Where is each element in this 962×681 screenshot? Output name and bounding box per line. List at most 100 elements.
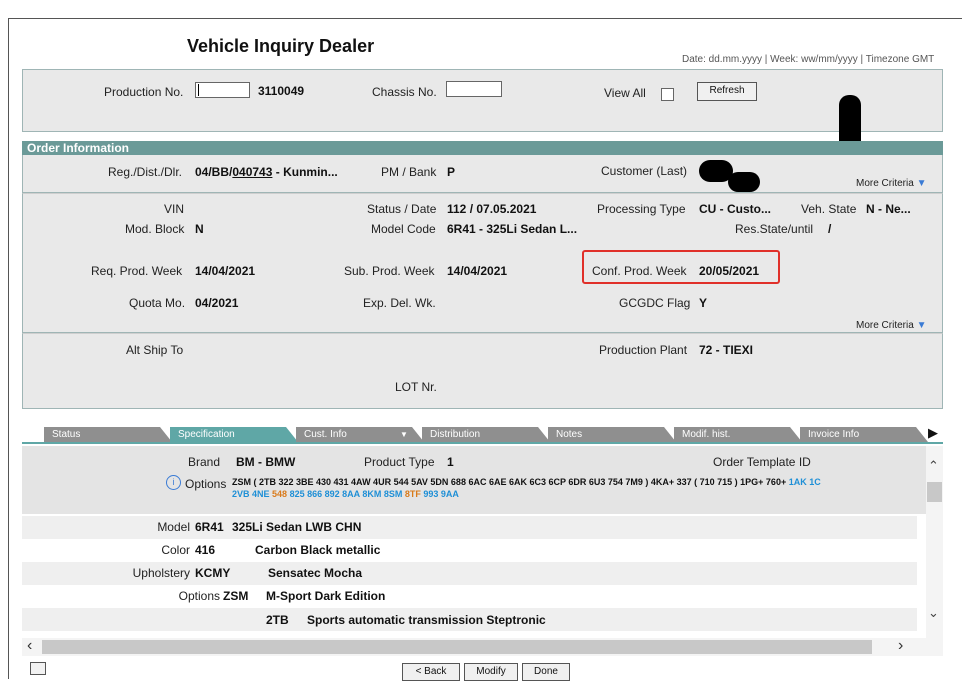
production-plant-label: Production Plant [599, 343, 688, 357]
scroll-up-icon[interactable]: ⌃ [928, 458, 939, 474]
search-panel [22, 69, 943, 132]
chassis-no-label: Chassis No. [372, 85, 437, 99]
options-row-label: Options [178, 589, 220, 603]
req-prod-week-value: 14/04/2021 [195, 264, 256, 278]
exp-del-wk-label: Exp. Del. Wk. [363, 296, 436, 310]
tab-specification[interactable]: Specification [170, 427, 298, 442]
production-plant-value: 72 - TIEXI [699, 343, 754, 357]
tab-scroll-right-icon[interactable]: ▶ [928, 425, 938, 441]
options-codes-blue-2: 825 866 892 8AA 8KM 8SM [289, 489, 403, 499]
color-label: Color [161, 543, 190, 557]
mod-block-value: N [195, 222, 204, 236]
upholstery-label: Upholstery [132, 566, 190, 580]
more-criteria-link-2[interactable]: More Criteria ▼ [856, 320, 926, 331]
sub-prod-week-value: 14/04/2021 [447, 264, 508, 278]
reg-prefix: 04/BB/ [195, 165, 233, 179]
scroll-right-icon[interactable]: › [898, 637, 903, 655]
spec-row [22, 516, 917, 539]
chevron-down-icon: ▼ [916, 178, 927, 189]
info-icon[interactable]: i [166, 475, 181, 490]
upholstery-desc: Sensatec Mocha [268, 566, 363, 580]
timezone-link[interactable]: Timezone GMT [866, 54, 935, 65]
dealer-link[interactable]: 040743 [232, 165, 272, 179]
modify-button[interactable]: Modify [464, 663, 518, 681]
tab-cust-info[interactable]: Cust. Info ▼ [296, 427, 424, 442]
scroll-left-icon[interactable]: ‹ [27, 637, 32, 655]
lot-nr-label: LOT Nr. [395, 380, 437, 394]
reg-suffix: - Kunmin... [272, 165, 338, 179]
order-information-header: Order Information [22, 141, 943, 155]
options-codes: ZSM ( 2TB 322 3BE 430 431 4AW 4UR 544 5A… [232, 477, 787, 487]
vertical-scroll-thumb[interactable] [927, 482, 942, 502]
option-code: 2TB [266, 613, 289, 627]
options-row-code: ZSM [223, 589, 249, 603]
scroll-down-icon[interactable]: ⌄ [928, 605, 939, 621]
date-format-hint-text: Date: dd.mm.yyyy | Week: ww/mm/yyyy | [682, 54, 866, 65]
tab-status[interactable]: Status [44, 427, 172, 442]
brand-value: BM - BMW [236, 455, 296, 469]
tab-distribution[interactable]: Distribution [422, 427, 550, 442]
tab-cust-info-label: Cust. Info [304, 429, 347, 440]
horizontal-scroll-thumb[interactable] [42, 640, 872, 654]
gcgdc-flag-label: GCGDC Flag [619, 296, 691, 310]
quota-mo-label: Quota Mo. [129, 296, 186, 310]
status-date-value: 112 / 07.05.2021 [447, 202, 537, 216]
brand-label: Brand [188, 455, 221, 469]
upholstery-code: KCMY [195, 566, 231, 580]
customer-last-label: Customer (Last) [601, 164, 688, 178]
req-prod-week-label: Req. Prod. Week [91, 264, 183, 278]
model-code-label: Model Code [371, 222, 436, 236]
product-type-label: Product Type [364, 455, 435, 469]
options-label: Options [185, 477, 227, 491]
tab-underline [22, 442, 943, 444]
back-button[interactable]: < Back [402, 663, 460, 681]
processing-type-value: CU - Custo... [699, 202, 771, 216]
spec-row [22, 585, 917, 608]
spec-row [22, 631, 917, 638]
date-format-hint: Date: dd.mm.yyyy | Week: ww/mm/yyyy | Ti… [682, 54, 934, 65]
res-state-value: / [828, 222, 832, 236]
sub-prod-week-label: Sub. Prod. Week [344, 264, 435, 278]
chevron-down-icon: ▼ [400, 430, 408, 439]
options-line-1: ZSM ( 2TB 322 3BE 430 431 4AW 4UR 544 5A… [232, 477, 821, 487]
more-criteria-link[interactable]: More Criteria ▼ [856, 178, 926, 189]
chassis-no-input[interactable] [446, 81, 502, 97]
refresh-button[interactable]: Refresh [697, 82, 757, 101]
options-codes-blue-1: 2VB 4NE [232, 489, 270, 499]
alt-ship-to-label: Alt Ship To [126, 343, 184, 357]
model-code: 6R41 [195, 520, 224, 534]
production-no-label: Production No. [104, 85, 184, 99]
options-row-desc: M-Sport Dark Edition [266, 589, 386, 603]
veh-state-label: Veh. State [801, 202, 857, 216]
reg-dist-dlr-label: Reg./Dist./Dlr. [108, 165, 183, 179]
chevron-down-icon: ▼ [916, 320, 927, 331]
color-desc: Carbon Black metallic [255, 543, 381, 557]
processing-type-label: Processing Type [597, 202, 686, 216]
options-codes-orange-2: 8TF [404, 489, 421, 499]
options-codes-blue-3: 993 9AA [423, 489, 459, 499]
tab-notes[interactable]: Notes [548, 427, 676, 442]
pm-bank-label: PM / Bank [381, 165, 437, 179]
more-criteria-text: More Criteria [856, 178, 914, 189]
options-codes-blue: 1AK 1C [788, 477, 821, 487]
tab-invoice-info[interactable]: Invoice Info [800, 427, 928, 442]
production-no-value: 3110049 [258, 84, 305, 98]
mod-block-label: Mod. Block [125, 222, 185, 236]
veh-state-value: N - Ne... [866, 202, 911, 216]
gcgdc-flag-value: Y [699, 296, 708, 310]
model-code-value: 6R41 - 325Li Sedan L... [447, 222, 578, 236]
production-no-input[interactable] [195, 82, 250, 98]
model-label: Model [157, 520, 190, 534]
option-desc: Sports automatic transmission Steptronic [307, 613, 546, 627]
options-codes-orange-1: 548 [272, 489, 288, 499]
status-date-label: Status / Date [367, 202, 437, 216]
spec-row [22, 539, 917, 562]
customer-redaction-2 [728, 172, 760, 192]
reg-dist-dlr-value: 04/BB/040743 - Kunmin... [195, 165, 338, 179]
product-type-value: 1 [447, 455, 454, 469]
view-all-checkbox[interactable] [661, 88, 674, 101]
tab-modif-hist[interactable]: Modif. hist. [674, 427, 802, 442]
done-button[interactable]: Done [522, 663, 570, 681]
print-icon[interactable] [30, 662, 46, 675]
color-code: 416 [195, 543, 216, 557]
